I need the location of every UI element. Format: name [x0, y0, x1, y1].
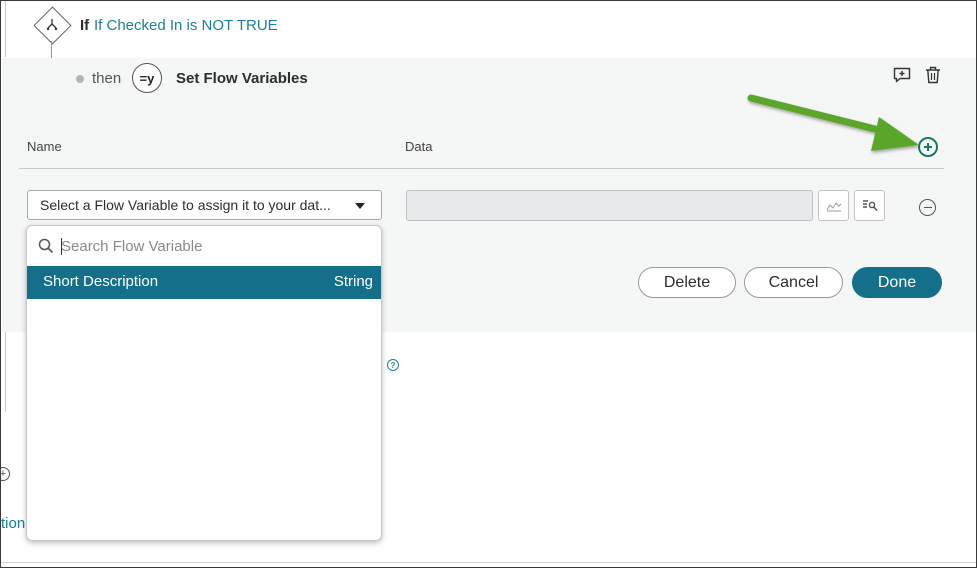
bottom-divider: [1, 562, 976, 563]
search-flow-variable-input[interactable]: [61, 236, 361, 256]
text-cursor: [61, 238, 62, 255]
add-step-icon[interactable]: +: [0, 467, 10, 481]
add-step-glyph: +: [0, 468, 7, 480]
flow-variable-select[interactable]: Select a Flow Variable to assign it to y…: [27, 190, 382, 220]
search-icon: [38, 238, 54, 254]
trash-icon[interactable]: [925, 66, 941, 84]
data-value-input[interactable]: [406, 190, 813, 221]
add-row-button[interactable]: [918, 137, 938, 157]
if-keyword: If: [80, 17, 90, 34]
flow-connector-line-lower: [5, 332, 6, 412]
then-bullet: [76, 75, 84, 83]
flow-stem: [51, 41, 52, 59]
condition-link[interactable]: If Checked In is NOT TRUE: [94, 17, 278, 34]
option-type: String: [333, 273, 373, 290]
set-variable-badge-text: =y: [139, 70, 155, 86]
pill-icon: [826, 201, 841, 211]
data-lookup-button[interactable]: [854, 190, 885, 221]
list-search-icon: [862, 199, 878, 211]
help-icon[interactable]: ?: [387, 359, 399, 371]
help-glyph: ?: [390, 360, 396, 370]
branch-icon: [41, 14, 63, 36]
flow-connector-line: [5, 1, 6, 57]
caret-down-icon: [355, 203, 365, 209]
flow-variable-select-value: Select a Flow Variable to assign it to y…: [40, 197, 331, 213]
cancel-button[interactable]: Cancel: [744, 267, 843, 298]
add-comment-icon[interactable]: [893, 67, 911, 83]
data-column-header: Data: [405, 139, 433, 154]
name-column-header: Name: [27, 139, 62, 154]
action-title: Set Flow Variables: [176, 70, 308, 87]
then-label: then: [92, 70, 122, 87]
remove-row-button[interactable]: [919, 199, 936, 216]
done-button[interactable]: Done: [852, 267, 942, 298]
set-variable-icon: =y: [132, 63, 162, 93]
dropdown-option[interactable]: Short Description String: [27, 266, 381, 299]
dropdown-search-bar: [27, 226, 381, 267]
condition-row: If If Checked In is NOT TRUE: [1, 1, 976, 59]
minus-icon: [923, 206, 932, 209]
delete-button[interactable]: Delete: [638, 267, 736, 298]
window: If If Checked In is NOT TRUE then =y Set…: [0, 0, 977, 568]
flow-variable-dropdown: Short Description String: [26, 225, 382, 541]
partial-link-text[interactable]: tion: [1, 515, 25, 532]
datapill-picker-button[interactable]: [818, 190, 849, 221]
annotation-arrow: [747, 94, 919, 151]
option-name: Short Description: [43, 273, 159, 290]
